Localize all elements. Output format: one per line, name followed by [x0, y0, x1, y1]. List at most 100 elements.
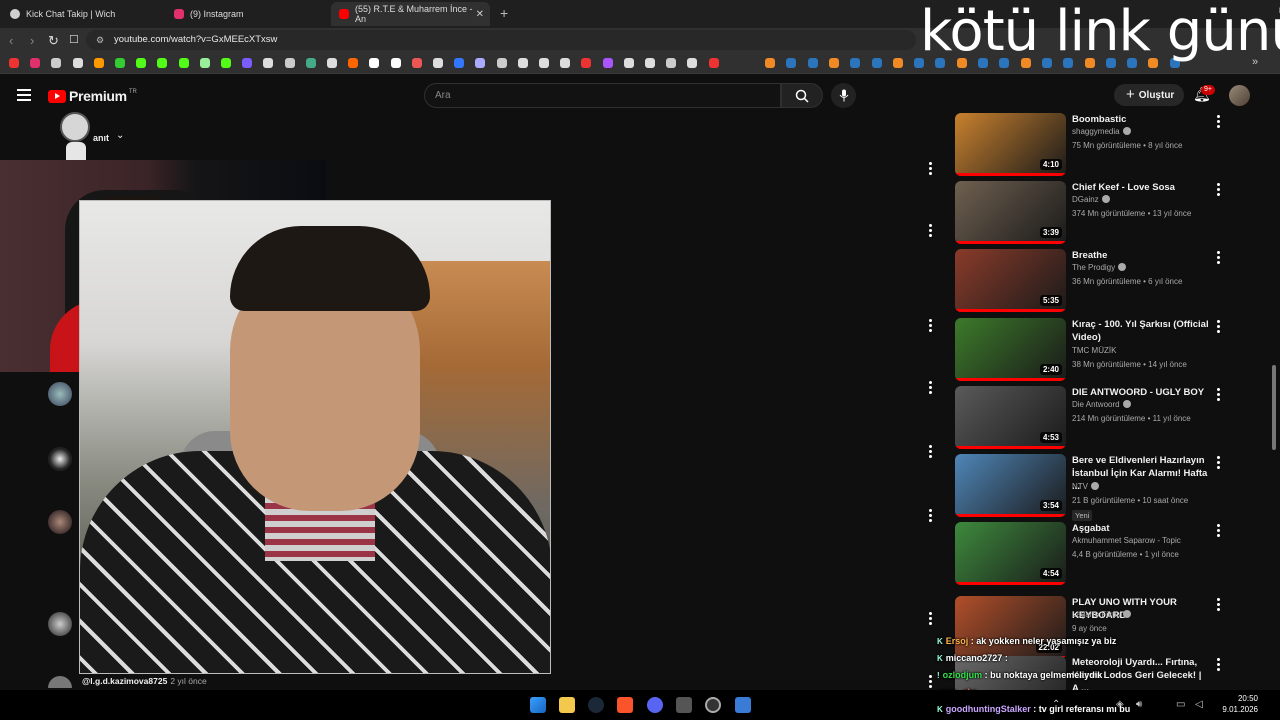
steam-icon[interactable] — [588, 697, 604, 713]
bookmark-favicon-icon[interactable] — [892, 58, 903, 68]
bookmark-favicon-icon[interactable] — [390, 58, 401, 68]
search-input[interactable]: Ara — [424, 83, 781, 108]
bookmark-favicon-icon[interactable] — [51, 58, 62, 68]
battery-icon[interactable]: ▭ — [1176, 699, 1185, 710]
app-icon[interactable] — [676, 697, 692, 713]
recommendation-item[interactable]: 4:53 DIE ANTWOORD - UGLY BOY Die Antwoord 2… — [955, 386, 1220, 450]
video-more-icon[interactable] — [1217, 115, 1220, 130]
channel-name[interactable]: Akmuhammet Saparow - Topic — [1072, 536, 1181, 545]
account-avatar[interactable] — [1229, 85, 1250, 106]
video-more-icon[interactable] — [1217, 320, 1220, 335]
close-tab-icon[interactable]: ✕ — [476, 9, 484, 20]
chevron-down-icon[interactable]: ⌄ — [116, 130, 124, 141]
create-button[interactable]: + Oluştur — [1114, 84, 1184, 106]
app-icon[interactable] — [735, 697, 751, 713]
video-thumbnail[interactable]: 3:54 — [955, 454, 1066, 517]
video-more-icon[interactable] — [1217, 388, 1220, 403]
bookmark-favicon-icon[interactable] — [305, 58, 316, 68]
channel-name[interactable]: NTV — [1072, 482, 1099, 491]
url-field[interactable]: ⚙ youtube.com/watch?v=GxMEEcXTxsw — [86, 30, 916, 50]
recommendation-item[interactable]: 4:54 Aşgabat Akmuhammet Saparow - Topic 4,4… — [955, 522, 1220, 586]
youtube-premium-logo[interactable]: Premium TR — [48, 88, 137, 104]
bookmark-favicon-icon[interactable] — [115, 58, 125, 68]
video-more-icon[interactable] — [1217, 524, 1220, 539]
comment-more-icon[interactable] — [929, 381, 932, 396]
video-thumbnail[interactable]: 4:53 — [955, 386, 1066, 449]
speaker-icon[interactable]: ◁ — [1195, 699, 1203, 710]
bookmark-favicon-icon[interactable] — [623, 58, 634, 68]
bookmark-favicon-icon[interactable] — [157, 58, 168, 68]
bookmark-favicon-icon[interactable] — [602, 58, 613, 68]
bookmark-favicon-icon[interactable] — [242, 58, 253, 68]
bookmark-favicon-icon[interactable] — [807, 58, 818, 68]
recommendation-item[interactable]: 3:39 Chief Keef - Love Sosa DGainz 374 Mn g… — [955, 181, 1220, 245]
bookmark-favicon-icon[interactable] — [496, 58, 507, 68]
new-tab-button[interactable]: + — [500, 5, 508, 21]
comment-more-icon[interactable] — [929, 162, 932, 177]
channel-name[interactable]: The Prodigy — [1072, 263, 1127, 272]
search-button[interactable] — [781, 83, 823, 108]
video-thumbnail[interactable]: 3:39 — [955, 181, 1066, 244]
avatar[interactable] — [48, 447, 72, 471]
bookmark-favicon-icon[interactable] — [221, 58, 231, 68]
comment-more-icon[interactable] — [929, 224, 932, 239]
bookmark-favicon-icon[interactable] — [348, 58, 359, 68]
avatar[interactable] — [48, 676, 72, 688]
bookmark-favicon-icon[interactable] — [136, 58, 147, 68]
tab-youtube-active[interactable]: (55) R.T.E & Muharrem İnce - An ✕ — [331, 2, 490, 26]
scrollbar-thumb[interactable] — [1272, 365, 1276, 450]
recommendation-item[interactable]: 2:40 Kıraç - 100. Yıl Şarkısı (Official V… — [955, 318, 1220, 382]
bookmark-favicon-icon[interactable] — [284, 58, 295, 68]
bookmark-favicon-icon[interactable] — [517, 58, 528, 68]
tab-kick-chat[interactable]: Kick Chat Takip | Wich — [2, 4, 168, 24]
back-icon[interactable]: ‹ — [9, 33, 13, 48]
bookmark-favicon-icon[interactable] — [475, 58, 486, 68]
video-title[interactable]: Breathe — [1072, 249, 1210, 262]
channel-name[interactable]: Die Antwoord — [1072, 400, 1131, 409]
bookmark-favicon-icon[interactable] — [30, 58, 41, 68]
comment-more-icon[interactable] — [929, 675, 932, 690]
bookmark-favicon-icon[interactable] — [581, 58, 592, 68]
avatar[interactable] — [48, 510, 72, 534]
bookmark-icon[interactable]: ☐ — [69, 33, 79, 46]
video-more-icon[interactable] — [1217, 658, 1220, 673]
bookmark-favicon-icon[interactable] — [645, 58, 655, 68]
tab-instagram[interactable]: (9) Instagram — [166, 4, 332, 24]
bookmark-favicon-icon[interactable] — [263, 58, 274, 68]
discord-icon[interactable] — [647, 697, 663, 713]
avatar[interactable] — [48, 382, 72, 406]
comment-username[interactable]: @l.g.d.kazimova8725 — [82, 676, 167, 686]
avatar[interactable] — [48, 612, 72, 636]
file-explorer-icon[interactable] — [559, 697, 575, 713]
bookmark-favicon-icon[interactable] — [687, 58, 698, 68]
comment-more-icon[interactable] — [929, 509, 932, 524]
bookmark-favicon-icon[interactable] — [454, 58, 465, 68]
reload-icon[interactable]: ↻ — [48, 33, 59, 49]
bookmark-favicon-icon[interactable] — [93, 58, 104, 68]
start-icon[interactable] — [530, 697, 546, 713]
bookmark-favicon-icon[interactable] — [539, 58, 549, 68]
video-more-icon[interactable] — [1217, 598, 1220, 613]
brave-browser-icon[interactable] — [617, 697, 633, 713]
bookmark-favicon-icon[interactable] — [828, 58, 839, 68]
volume-icon[interactable]: 🔊︎ — [1136, 699, 1142, 710]
recommendation-item[interactable]: 22:02 PLAY UNO WITH YOUR KEYBOARD Lagarto … — [955, 596, 1220, 660]
video-thumbnail[interactable]: 22:02 — [955, 596, 1066, 659]
video-title[interactable]: Aşgabat — [1072, 522, 1210, 535]
recommendation-item[interactable]: 4:10 Boombastic shaggymedia 75 Mn görüntüle… — [955, 113, 1220, 177]
bookmark-favicon-icon[interactable] — [178, 58, 189, 68]
video-thumbnail[interactable]: 2:40 — [955, 318, 1066, 381]
bookmark-favicon-icon[interactable] — [433, 58, 443, 68]
bookmark-favicon-icon[interactable] — [411, 58, 422, 68]
voice-search-button[interactable] — [831, 83, 856, 108]
obs-icon[interactable] — [705, 697, 721, 713]
video-title[interactable]: Chief Keef - Love Sosa — [1072, 181, 1210, 194]
video-thumbnail[interactable]: 4:54 — [955, 522, 1066, 585]
video-thumbnail[interactable]: 4:10 — [955, 113, 1066, 176]
bookmark-favicon-icon[interactable] — [850, 58, 861, 68]
comment-author[interactable]: @l.g.d.kazimova8725 2 yıl önce — [82, 676, 207, 686]
forward-icon[interactable]: › — [30, 33, 34, 48]
video-more-icon[interactable] — [1217, 456, 1220, 471]
channel-name[interactable]: DGainz — [1072, 195, 1110, 204]
video-title[interactable]: DIE ANTWOORD - UGLY BOY — [1072, 386, 1210, 399]
